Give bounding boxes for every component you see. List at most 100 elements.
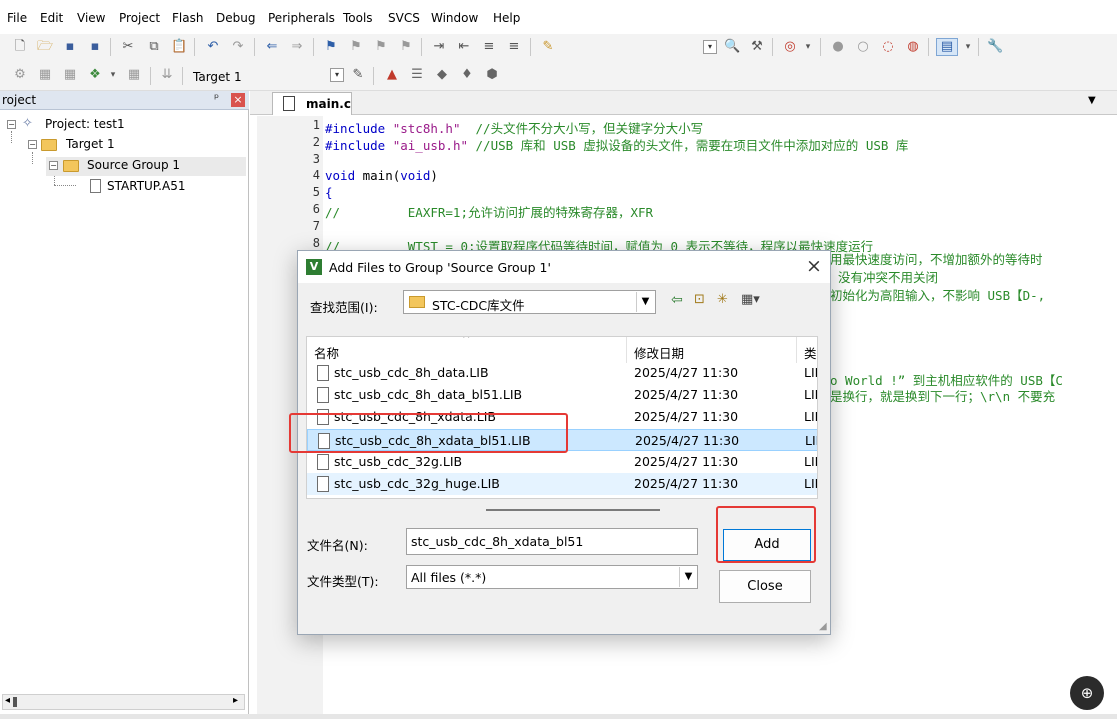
tree-file-startup[interactable]: STARTUP.A51 <box>107 177 185 195</box>
save-all-icon[interactable]: ▪ <box>87 39 103 55</box>
dialog-close-icon[interactable]: × <box>806 255 822 277</box>
scroll-right-icon[interactable]: ▸ <box>233 695 238 706</box>
select-packs-icon[interactable]: ◆ <box>434 67 450 83</box>
lookin-combo[interactable]: STC-CDC库文件 ▼ <box>403 290 656 314</box>
filetype-dropdown-icon[interactable]: ▼ <box>679 567 697 587</box>
resize-grip-icon[interactable]: ◢ <box>819 621 827 632</box>
menu-debug[interactable]: Debug <box>216 11 255 25</box>
expand-toggle[interactable]: − <box>49 161 58 170</box>
incremental-find-icon[interactable]: ⚒ <box>749 39 765 55</box>
stop-build-icon[interactable]: ▦ <box>126 67 142 83</box>
code-line[interactable]: #include "ai_usb.h" //USB 库和 USB 虚拟设备的头文… <box>325 135 908 154</box>
new-folder-icon[interactable]: ✳ <box>717 292 728 307</box>
bookmark-icon[interactable]: ⚑ <box>323 39 339 55</box>
breakpoint-icon[interactable]: ● <box>830 39 846 55</box>
target-folder-icon <box>41 139 57 151</box>
window-layout-dropdown-icon[interactable]: ▾ <box>960 39 976 55</box>
nav-back-icon[interactable]: ⇐ <box>264 39 280 55</box>
filetype-select[interactable]: All files (*.*) ▼ <box>406 565 698 589</box>
menu-peripherals[interactable]: Peripherals <box>268 11 335 25</box>
open-folder-icon[interactable]: 🗁 <box>37 39 53 55</box>
menu-file[interactable]: File <box>7 11 27 25</box>
file-row[interactable]: stc_usb_cdc_32g_huge.LIB 2025/4/27 11:30 L… <box>307 473 817 495</box>
rebuild-icon[interactable]: ▦ <box>62 67 78 83</box>
find-icon[interactable]: 🔍 <box>724 39 740 55</box>
breakpoint-disable-icon[interactable]: ○ <box>855 39 871 55</box>
pack-installer-icon[interactable]: ♦ <box>459 67 475 83</box>
menu-tools[interactable]: Tools <box>343 11 373 25</box>
batch-build-icon[interactable]: ❖ <box>87 67 103 83</box>
view-menu-icon[interactable]: ▦▾ <box>741 292 760 307</box>
toolbar-separator <box>928 38 929 56</box>
menu-help[interactable]: Help <box>493 11 520 25</box>
menu-flash[interactable]: Flash <box>172 11 203 25</box>
target-options-icon[interactable]: ✎ <box>350 67 366 83</box>
debug-session-icon[interactable]: ◎ <box>782 39 798 55</box>
indent-icon[interactable]: ⇥ <box>431 39 447 55</box>
lookin-dropdown-icon[interactable]: ▼ <box>636 292 654 312</box>
find-dropdown[interactable]: ▾ <box>703 40 717 54</box>
file-extensions-icon[interactable]: ☰ <box>409 67 425 83</box>
nav-forward-icon[interactable]: ⇒ <box>289 39 305 55</box>
file-row[interactable]: stc_usb_cdc_8h_data.LIB 2025/4/27 11:30 LI… <box>307 362 817 384</box>
paste-icon[interactable]: 📋 <box>171 39 187 55</box>
close-icon[interactable]: × <box>231 93 245 107</box>
breakpoint-kill-all-icon[interactable]: ◍ <box>905 39 921 55</box>
menu-svcs[interactable]: SVCS <box>388 11 420 25</box>
unindent-icon[interactable]: ⇤ <box>456 39 472 55</box>
window-layout-icon[interactable]: ▤ <box>936 38 958 56</box>
tree-source-group[interactable]: Source Group 1 <box>87 156 180 174</box>
find-in-files-icon[interactable]: ✎ <box>540 39 556 55</box>
bookmark-next-icon[interactable]: ⚑ <box>373 39 389 55</box>
redo-icon[interactable]: ↷ <box>230 39 246 55</box>
tree-project[interactable]: Project: test1 <box>45 115 125 133</box>
configure-icon[interactable]: 🔧 <box>987 39 1003 55</box>
column-header-type[interactable]: 类 <box>804 343 817 362</box>
scroll-left-icon[interactable]: ◂ <box>5 695 10 706</box>
bookmark-clear-icon[interactable]: ⚑ <box>398 39 414 55</box>
menu-edit[interactable]: Edit <box>40 11 63 25</box>
scroll-thumb[interactable] <box>13 697 17 707</box>
debug-dropdown-icon[interactable]: ▾ <box>800 39 816 55</box>
save-icon[interactable]: ▪ <box>62 39 78 55</box>
tab-main-c[interactable]: main.c <box>272 92 352 115</box>
undo-icon[interactable]: ↶ <box>205 39 221 55</box>
screenshot-fab-icon[interactable]: ⊕ <box>1070 676 1104 710</box>
file-row[interactable]: stc_usb_cdc_8h_data_bl51.LIB 2025/4/27 11… <box>307 384 817 406</box>
expand-toggle[interactable]: − <box>7 120 16 129</box>
copy-icon[interactable]: ⧉ <box>146 39 162 55</box>
back-icon[interactable]: ⇦ <box>671 292 683 308</box>
target-select[interactable]: Target 1 <box>193 70 242 84</box>
column-header-date[interactable]: 修改日期 <box>634 343 684 362</box>
run-time-environment-icon[interactable]: ⬢ <box>484 67 500 83</box>
batch-build-dropdown-icon[interactable]: ▾ <box>105 67 121 83</box>
cut-icon[interactable]: ✂ <box>120 39 136 55</box>
tab-list-dropdown-icon[interactable]: ▼ <box>1088 95 1096 106</box>
list-scroll-thumb[interactable] <box>486 509 660 511</box>
menu-project[interactable]: Project <box>119 11 160 25</box>
menu-window[interactable]: Window <box>431 11 478 25</box>
comment-icon[interactable]: ≡ <box>481 39 497 55</box>
uncomment-icon[interactable]: ≡ <box>506 39 522 55</box>
manage-project-icon[interactable]: ▲ <box>384 67 400 83</box>
code-line[interactable]: { <box>325 185 333 200</box>
menu-view[interactable]: View <box>77 11 105 25</box>
horizontal-scrollbar[interactable]: ◂ ▸ <box>2 694 245 710</box>
pin-icon[interactable]: ᵖ <box>214 91 219 105</box>
translate-icon[interactable]: ⚙ <box>12 67 28 83</box>
up-folder-icon[interactable]: ⊡ <box>694 292 705 307</box>
file-row[interactable]: stc_usb_cdc_32g.LIB 2025/4/27 11:30 LIE <box>307 451 817 473</box>
code-line[interactable]: void main(void) <box>325 168 438 183</box>
expand-toggle[interactable]: − <box>28 140 37 149</box>
build-icon[interactable]: ▦ <box>37 67 53 83</box>
close-button[interactable]: Close <box>719 570 811 603</box>
target-dropdown[interactable]: ▾ <box>330 68 344 82</box>
tree-target[interactable]: Target 1 <box>66 135 115 153</box>
bookmark-prev-icon[interactable]: ⚑ <box>348 39 364 55</box>
download-icon[interactable]: ⇊ <box>159 67 175 83</box>
breakpoint-disable-all-icon[interactable]: ◌ <box>880 39 896 55</box>
filename-field[interactable]: stc_usb_cdc_8h_xdata_bl51 <box>406 528 698 555</box>
new-file-icon[interactable]: 🗋 <box>12 39 28 55</box>
code-line[interactable]: // EAXFR=1;允许访问扩展的特殊寄存器，XFR <box>325 202 653 221</box>
column-header-name[interactable]: 名称 <box>314 343 339 362</box>
